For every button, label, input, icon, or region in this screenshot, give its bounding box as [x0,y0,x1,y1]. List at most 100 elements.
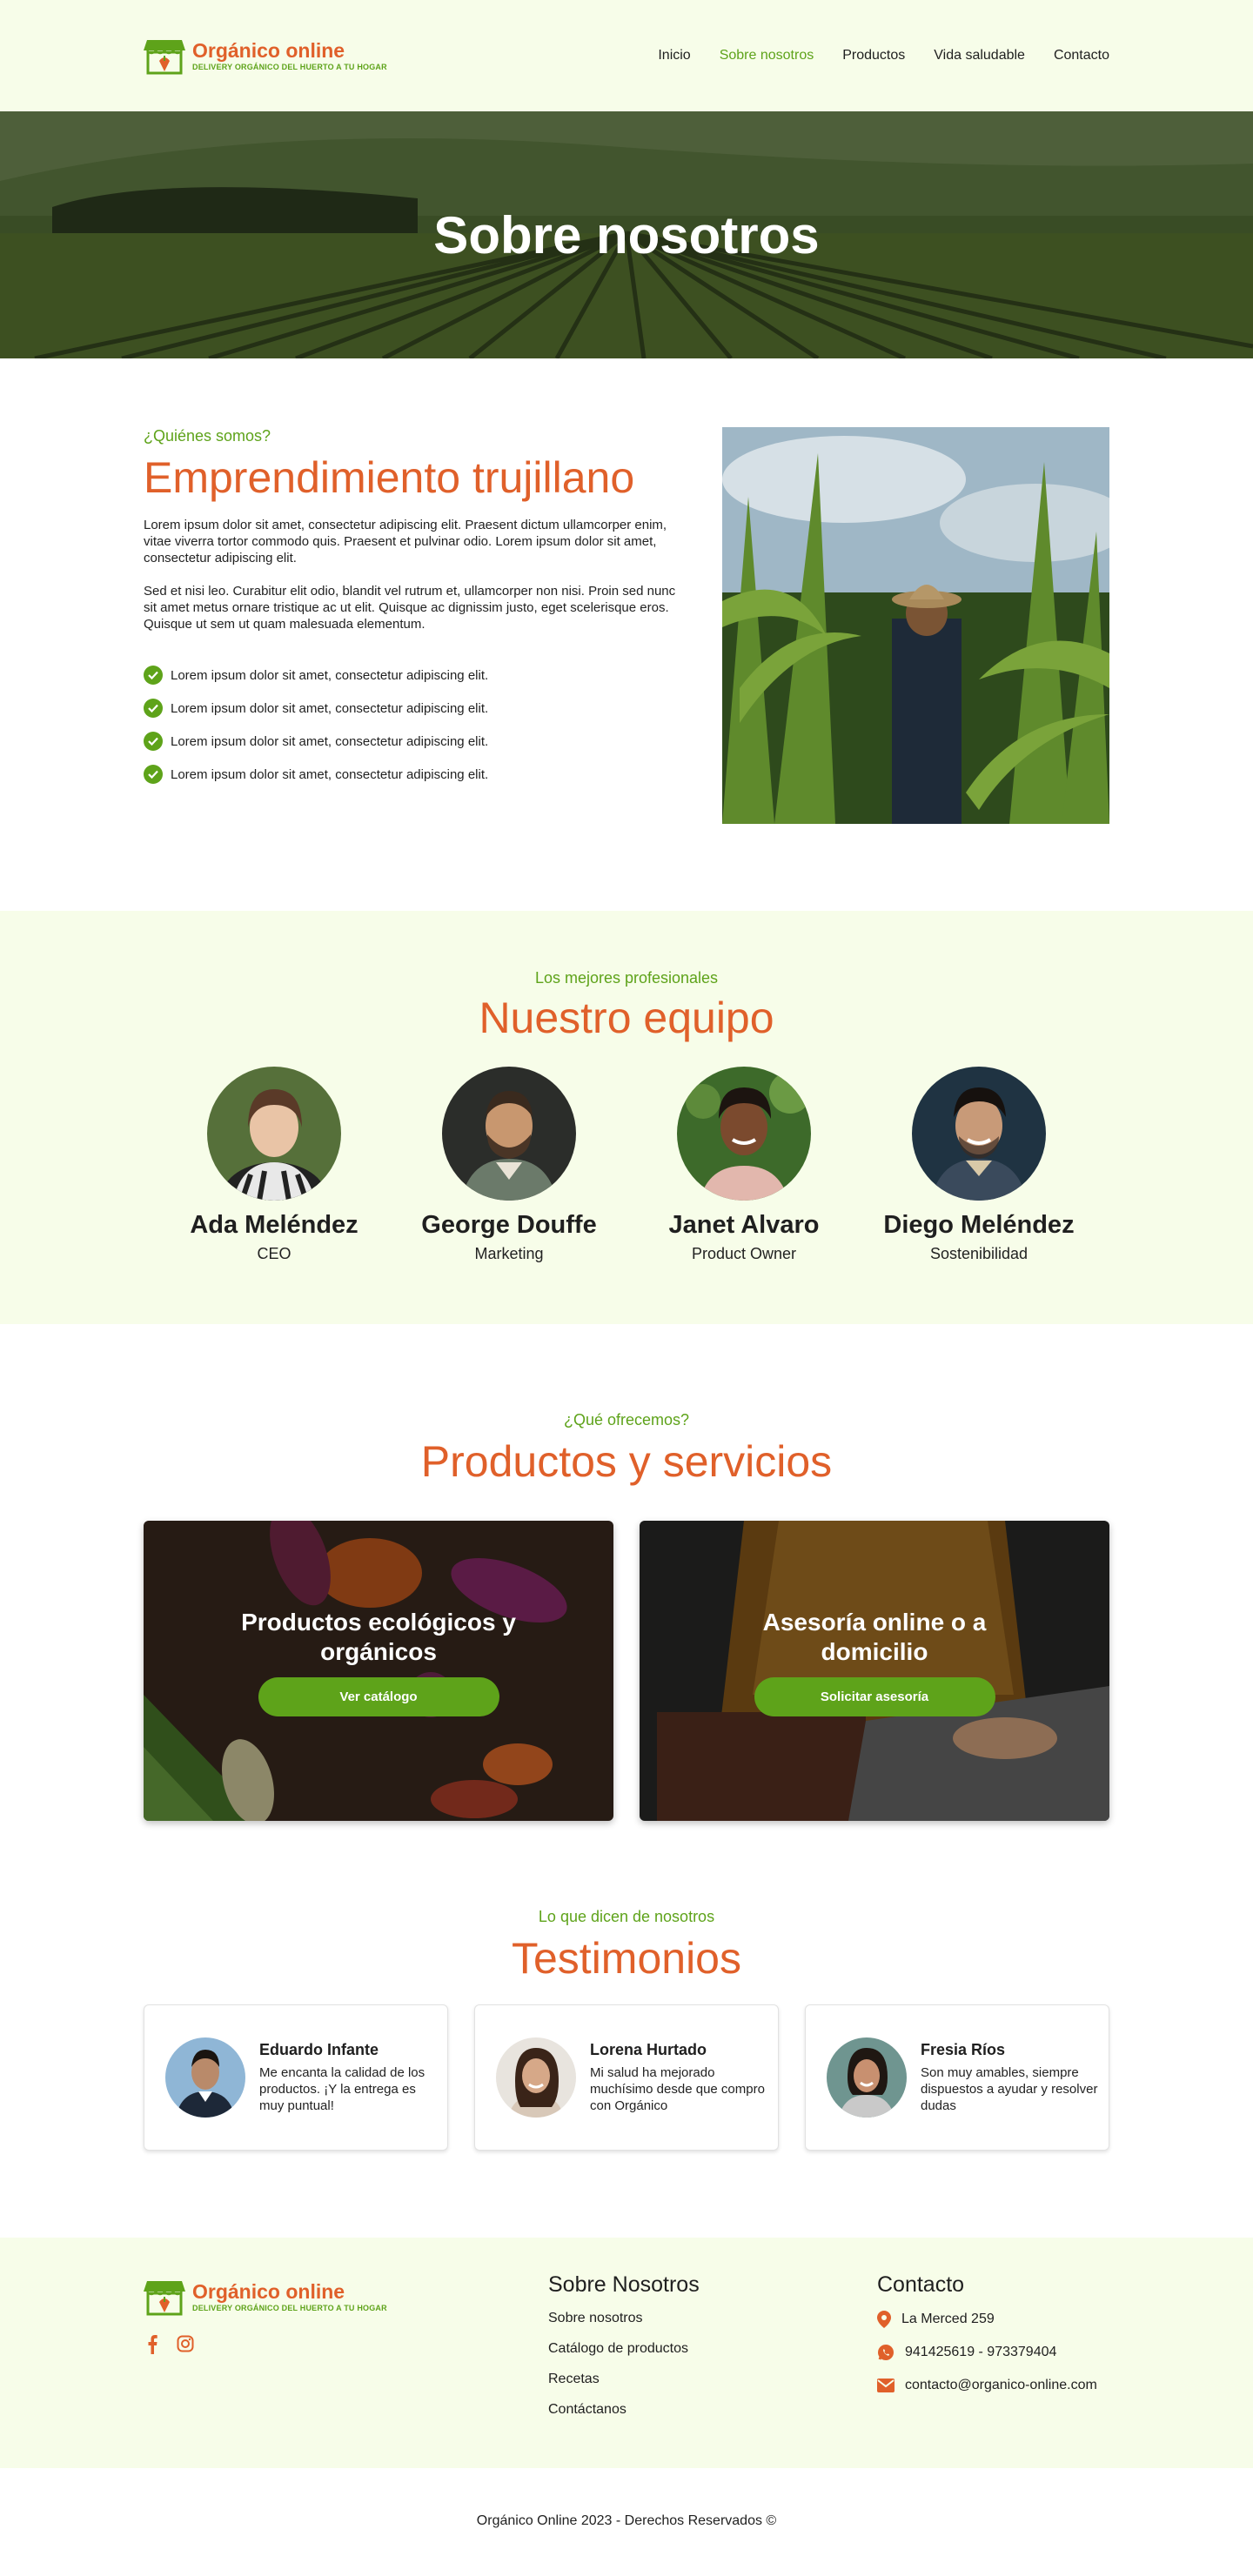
avatar [165,2037,245,2118]
testimonial-card: Fresia Ríos Son muy amables, siempre dis… [805,2004,1109,2151]
footer-link-catalogo[interactable]: Catálogo de productos [548,2341,688,2357]
email-link[interactable]: contacto@organico-online.com [905,2378,1097,2393]
avatar [207,1067,341,1201]
footer-about-title: Sobre Nosotros [548,2272,700,2297]
member-role: CEO [257,1245,291,1262]
check-text: Lorem ipsum dolor sit amet, consectetur … [171,766,489,782]
page-title: Sobre nosotros [433,205,820,264]
avatar [442,1067,576,1201]
brand-name: Orgánico online [192,2280,345,2303]
check-text: Lorem ipsum dolor sit amet, consectetur … [171,667,489,683]
member-role: Sostenibilidad [929,1245,1029,1262]
site-header: Orgánico online DELIVERY ORGÁNICO DEL HU… [0,0,1253,111]
nav-productos[interactable]: Productos [842,48,905,64]
team-title: Nuestro equipo [479,994,774,1042]
footer-link-contactanos[interactable]: Contáctanos [548,2402,626,2418]
testimonials-title: Testimonios [512,1934,741,1983]
about-title: Emprendimiento trujillano [144,453,635,502]
testimonial-text: Mi salud ha mejorado muchísimo desde que… [590,2065,765,2113]
team-member: George Douffe Marketing [409,1067,609,1263]
brand-name: Orgánico online [192,39,345,62]
member-name: Janet Alvaro [668,1211,820,1239]
check-circle-icon [144,765,163,784]
site-footer: Orgánico online DELIVERY ORGÁNICO DEL HU… [0,2238,1253,2468]
products-kicker: ¿Qué ofrecemos? [563,1411,690,1429]
check-text: Lorem ipsum dolor sit amet, consectetur … [171,700,489,716]
service-card: Asesoría online o a domicilio Solicitar … [640,1521,1109,1821]
team-member: Diego Meléndez Sostenibilidad [879,1067,1079,1263]
store-logo-icon [144,40,185,75]
phone-text: 941425619 - 973379404 [905,2345,1057,2359]
ver-catalogo-button[interactable]: Ver catálogo [258,1677,499,1716]
brand-tagline: DELIVERY ORGÁNICO DEL HUERTO A TU HOGAR [192,63,387,71]
member-name: Diego Meléndez [883,1211,1075,1239]
check-item: Lorem ipsum dolor sit amet, consectetur … [144,758,692,791]
copyright: Orgánico Online 2023 - Derechos Reservad… [476,2512,777,2528]
team-grid: Ada Meléndez CEO George Douffe Marketing… [174,1067,1079,1263]
products-section: ¿Qué ofrecemos? Productos y servicios Pr… [0,1324,1253,1821]
about-paragraph: Lorem ipsum dolor sit amet, consectetur … [144,518,667,565]
footer-contact-title: Contacto [877,2272,965,2297]
instagram-icon[interactable] [177,2335,194,2359]
facebook-icon[interactable] [147,2335,157,2359]
member-name: George Douffe [421,1211,597,1239]
logo[interactable]: Orgánico online DELIVERY ORGÁNICO DEL HU… [144,37,387,75]
team-section: Los mejores profesionales Nuestro equipo… [0,911,1253,1324]
testimonials-kicker: Lo que dicen de nosotros [538,1908,715,1925]
avatar [827,2037,907,2118]
check-circle-icon [144,699,163,718]
card-title: Productos ecológicos y orgánicos [241,1609,516,1665]
testimonial-card: Lorena Hurtado Mi salud ha mejorado much… [474,2004,779,2151]
nav-contacto[interactable]: Contacto [1054,48,1109,64]
about-checklist: Lorem ipsum dolor sit amet, consectetur … [144,659,692,791]
member-name: Ada Meléndez [190,1211,358,1239]
team-kicker: Los mejores profesionales [534,969,719,987]
testimonials-section: Lo que dicen de nosotros Testimonios Edu… [0,1821,1253,2238]
product-card: Productos ecológicos y orgánicos Ver cat… [144,1521,613,1821]
location-pin-icon [877,2311,891,2328]
about-paragraph: Sed et nisi leo. Curabitur elit odio, bl… [144,584,676,632]
solicitar-asesoria-button[interactable]: Solicitar asesoría [754,1677,995,1716]
check-item: Lorem ipsum dolor sit amet, consectetur … [144,725,692,758]
products-title: Productos y servicios [420,1437,833,1486]
mail-icon [877,2379,895,2392]
avatar [912,1067,1046,1201]
footer-logo[interactable]: Orgánico online DELIVERY ORGÁNICO DEL HU… [144,2278,548,2316]
testimonial-name: Lorena Hurtado [590,2041,707,2058]
footer-link-sobre-nosotros[interactable]: Sobre nosotros [548,2311,643,2326]
address-text: La Merced 259 [901,2312,995,2326]
testimonial-text: Me encanta la calidad de los productos. … [259,2065,425,2113]
avatar [677,1067,811,1201]
card-title: Asesoría online o a domicilio [762,1609,987,1665]
hero-banner: Sobre nosotros [0,111,1253,358]
check-text: Lorem ipsum dolor sit amet, consectetur … [171,733,489,749]
brand-tagline: DELIVERY ORGÁNICO DEL HUERTO A TU HOGAR [192,2304,387,2312]
vegetables-image [144,1521,613,1821]
about-kicker: ¿Quiénes somos? [144,427,271,445]
main-nav: Inicio Sobre nosotros Productos Vida sal… [658,48,1109,64]
check-circle-icon [144,732,163,751]
check-item: Lorem ipsum dolor sit amet, consectetur … [144,692,692,725]
footer-link-recetas[interactable]: Recetas [548,2372,600,2387]
about-section: ¿Quiénes somos? Emprendimiento trujillan… [0,358,1253,911]
nav-inicio[interactable]: Inicio [658,48,690,64]
online-consulting-image [640,1521,1109,1821]
farmer-cornfield-image [722,427,1109,824]
testimonial-text: Son muy amables, siempre dispuestos a ay… [921,2065,1098,2113]
avatar [496,2037,576,2118]
check-item: Lorem ipsum dolor sit amet, consectetur … [144,659,692,692]
testimonial-card: Eduardo Infante Me encanta la calidad de… [144,2004,448,2151]
contact-address: La Merced 259 [877,2303,1097,2336]
contact-phone: 941425619 - 973379404 [877,2336,1097,2369]
store-logo-icon [144,2281,185,2316]
contact-email: contacto@organico-online.com [877,2369,1097,2402]
member-role: Product Owner [691,1245,797,1262]
nav-vida-saludable[interactable]: Vida saludable [934,48,1025,64]
whatsapp-icon [878,2345,894,2360]
member-role: Marketing [474,1245,544,1262]
testimonial-name: Fresia Ríos [921,2041,1006,2058]
check-circle-icon [144,666,163,685]
nav-sobre-nosotros[interactable]: Sobre nosotros [720,48,814,64]
team-member: Janet Alvaro Product Owner [644,1067,844,1263]
testimonial-name: Eduardo Infante [259,2041,379,2058]
